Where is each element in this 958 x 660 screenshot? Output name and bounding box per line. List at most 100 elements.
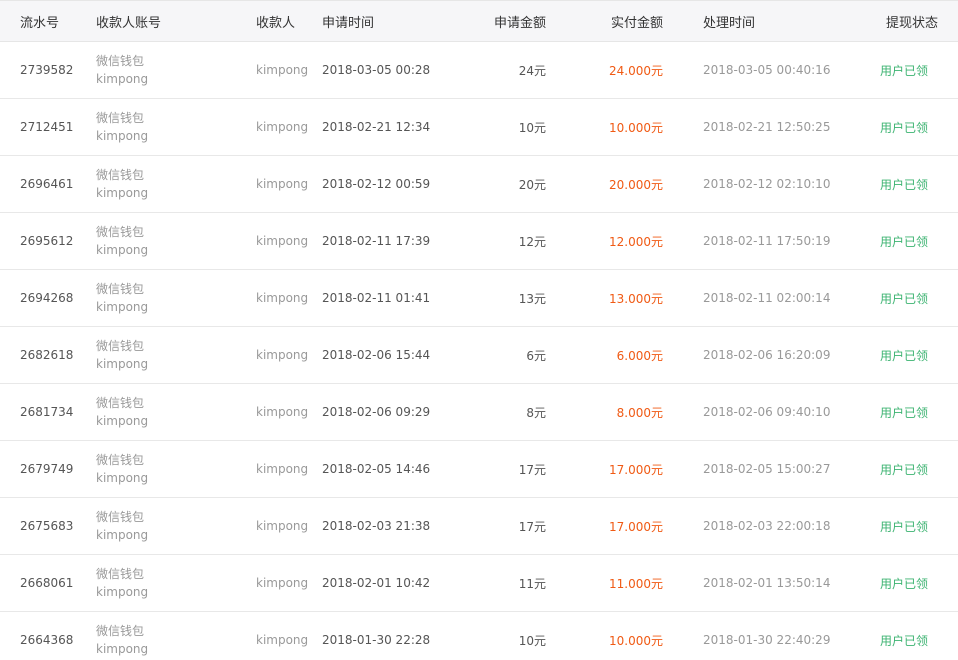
cell-account: 微信钱包 kimpong [96, 269, 256, 327]
cell-paid-amount: 12.000元 [546, 212, 663, 270]
cell-paid-amount: 20.000元 [546, 155, 663, 213]
account-name: kimpong [96, 357, 149, 371]
cell-paid-amount: 24.000元 [546, 41, 663, 99]
cell-account: 微信钱包 kimpong [96, 383, 256, 441]
account-name: kimpong [96, 642, 149, 656]
cell-apply-time: 2018-02-06 15:44 [322, 326, 484, 384]
cell-process-time: 2018-02-12 02:10:10 [663, 155, 841, 213]
cell-payee: kimpong [256, 554, 322, 612]
cell-apply-time: 2018-02-01 10:42 [322, 554, 484, 612]
account-type: 微信钱包 [96, 510, 145, 524]
cell-status: 用户已领 [841, 326, 958, 384]
cell-status: 用户已领 [841, 383, 958, 441]
cell-apply-amount: 17元 [484, 497, 546, 555]
cell-apply-amount: 10元 [484, 98, 546, 156]
cell-serial: 2682618 [0, 326, 96, 384]
account-name: kimpong [96, 528, 149, 542]
header-serial: 流水号 [0, 0, 96, 42]
cell-apply-time: 2018-02-06 09:29 [322, 383, 484, 441]
cell-apply-time: 2018-02-11 17:39 [322, 212, 484, 270]
cell-payee: kimpong [256, 98, 322, 156]
cell-payee: kimpong [256, 155, 322, 213]
cell-process-time: 2018-03-05 00:40:16 [663, 41, 841, 99]
cell-account: 微信钱包 kimpong [96, 611, 256, 660]
cell-payee: kimpong [256, 269, 322, 327]
cell-account: 微信钱包 kimpong [96, 440, 256, 498]
table-row: 2675683 微信钱包 kimpong kimpong 2018-02-03 21:3… [0, 497, 958, 555]
cell-account: 微信钱包 kimpong [96, 212, 256, 270]
cell-status: 用户已领 [841, 611, 958, 660]
account-name: kimpong [96, 300, 149, 314]
table-row: 2695612 微信钱包 kimpong kimpong 2018-02-11 17:3… [0, 212, 958, 270]
cell-paid-amount: 10.000元 [546, 98, 663, 156]
account-name: kimpong [96, 129, 149, 143]
cell-apply-amount: 24元 [484, 41, 546, 99]
cell-status: 用户已领 [841, 155, 958, 213]
cell-serial: 2679749 [0, 440, 96, 498]
cell-apply-time: 2018-02-11 01:41 [322, 269, 484, 327]
cell-apply-time: 2018-02-03 21:38 [322, 497, 484, 555]
cell-apply-amount: 17元 [484, 440, 546, 498]
table-row: 2682618 微信钱包 kimpong kimpong 2018-02-06 15:4… [0, 326, 958, 384]
cell-apply-amount: 20元 [484, 155, 546, 213]
cell-apply-time: 2018-02-05 14:46 [322, 440, 484, 498]
cell-account: 微信钱包 kimpong [96, 326, 256, 384]
cell-process-time: 2018-02-05 15:00:27 [663, 440, 841, 498]
cell-serial: 2739582 [0, 41, 96, 99]
cell-apply-amount: 12元 [484, 212, 546, 270]
cell-payee: kimpong [256, 212, 322, 270]
cell-apply-amount: 8元 [484, 383, 546, 441]
cell-serial: 2712451 [0, 98, 96, 156]
cell-paid-amount: 10.000元 [546, 611, 663, 660]
cell-apply-amount: 6元 [484, 326, 546, 384]
cell-payee: kimpong [256, 326, 322, 384]
cell-serial: 2675683 [0, 497, 96, 555]
cell-process-time: 2018-02-06 16:20:09 [663, 326, 841, 384]
account-type: 微信钱包 [96, 111, 145, 125]
table-row: 2712451 微信钱包 kimpong kimpong 2018-02-21 12:3… [0, 98, 958, 156]
cell-status: 用户已领 [841, 554, 958, 612]
table-row: 2664368 微信钱包 kimpong kimpong 2018-01-30 22:2… [0, 611, 958, 660]
cell-payee: kimpong [256, 497, 322, 555]
account-name: kimpong [96, 471, 149, 485]
cell-serial: 2681734 [0, 383, 96, 441]
account-type: 微信钱包 [96, 225, 145, 239]
table-row: 2668061 微信钱包 kimpong kimpong 2018-02-01 10:4… [0, 554, 958, 612]
header-payee: 收款人 [256, 0, 322, 42]
cell-payee: kimpong [256, 611, 322, 660]
cell-status: 用户已领 [841, 212, 958, 270]
table-row: 2696461 微信钱包 kimpong kimpong 2018-02-12 00:5… [0, 155, 958, 213]
cell-account: 微信钱包 kimpong [96, 554, 256, 612]
cell-apply-amount: 10元 [484, 611, 546, 660]
cell-serial: 2668061 [0, 554, 96, 612]
cell-serial: 2696461 [0, 155, 96, 213]
cell-payee: kimpong [256, 41, 322, 99]
header-apply-amount: 申请金额 [484, 0, 546, 42]
table-header-row: 流水号 收款人账号 收款人 申请时间 申请金额 实付金额 处理时间 提现状态 [0, 0, 958, 42]
cell-account: 微信钱包 kimpong [96, 98, 256, 156]
cell-status: 用户已领 [841, 497, 958, 555]
header-process-time: 处理时间 [663, 0, 841, 42]
header-status: 提现状态 [841, 0, 958, 42]
cell-process-time: 2018-02-03 22:00:18 [663, 497, 841, 555]
cell-apply-amount: 11元 [484, 554, 546, 612]
account-type: 微信钱包 [96, 168, 145, 182]
cell-payee: kimpong [256, 383, 322, 441]
cell-payee: kimpong [256, 440, 322, 498]
cell-status: 用户已领 [841, 98, 958, 156]
cell-apply-amount: 13元 [484, 269, 546, 327]
header-apply-time: 申请时间 [322, 0, 484, 42]
cell-paid-amount: 17.000元 [546, 440, 663, 498]
cell-paid-amount: 8.000元 [546, 383, 663, 441]
account-type: 微信钱包 [96, 54, 145, 68]
account-type: 微信钱包 [96, 624, 145, 638]
cell-account: 微信钱包 kimpong [96, 41, 256, 99]
account-name: kimpong [96, 414, 149, 428]
cell-paid-amount: 17.000元 [546, 497, 663, 555]
header-account: 收款人账号 [96, 0, 256, 42]
cell-apply-time: 2018-01-30 22:28 [322, 611, 484, 660]
table-row: 2739582 微信钱包 kimpong kimpong 2018-03-05 00:2… [0, 41, 958, 99]
cell-account: 微信钱包 kimpong [96, 155, 256, 213]
cell-paid-amount: 11.000元 [546, 554, 663, 612]
cell-serial: 2695612 [0, 212, 96, 270]
